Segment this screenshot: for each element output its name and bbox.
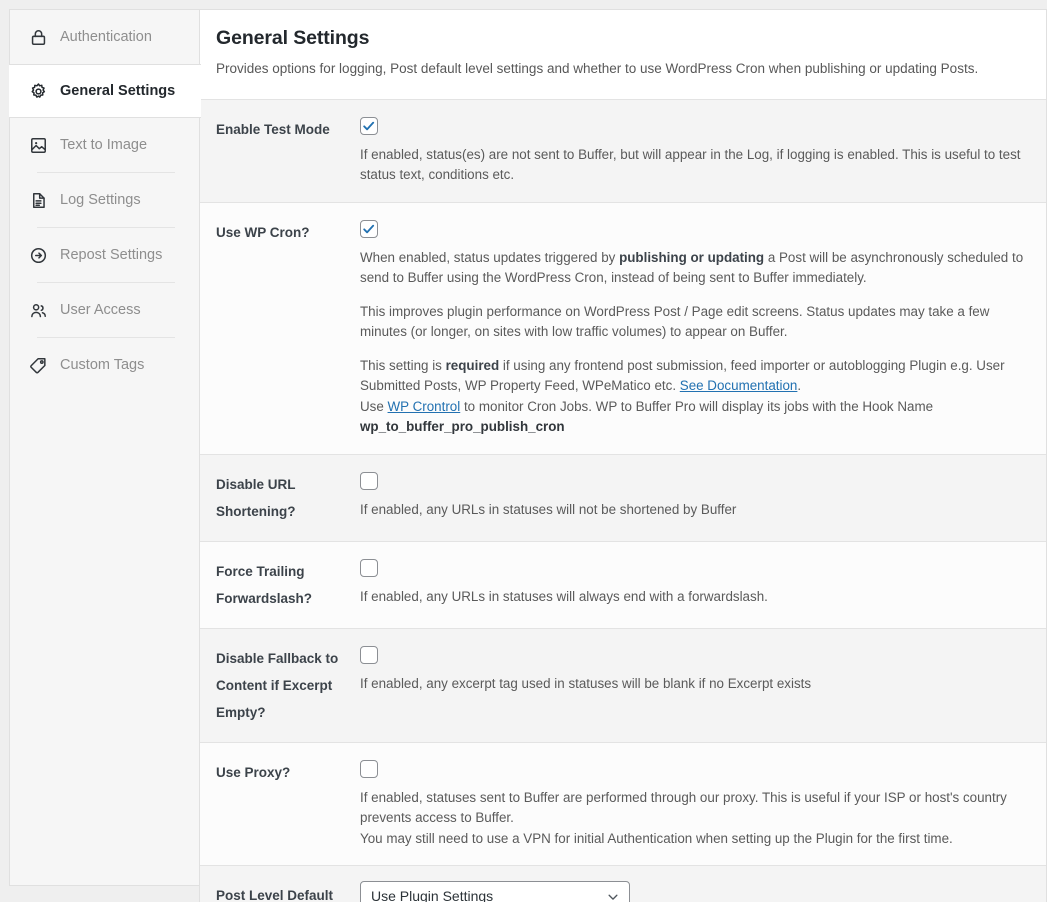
sidebar-item-label: Authentication (60, 29, 152, 45)
setting-description: If enabled, any excerpt tag used in stat… (360, 675, 812, 691)
setting-description: If enabled, any URLs in statuses will no… (360, 501, 737, 517)
setting-row-use-wp-cron: Use WP Cron? When enabled, status update… (200, 202, 1046, 455)
emphasis-publishing-updating: publishing or updating (619, 249, 765, 265)
settings-sidebar: Authentication General Settings Text to … (9, 9, 201, 886)
lock-icon (29, 28, 48, 47)
sidebar-item-text-to-image[interactable]: Text to Image (10, 118, 199, 172)
check-icon (363, 224, 375, 233)
setting-description: If enabled, any URLs in statuses will al… (360, 588, 768, 604)
users-icon (29, 301, 48, 320)
setting-control: If enabled, any URLs in statuses will no… (360, 469, 1030, 521)
setting-row-use-proxy: Use Proxy? If enabled, statuses sent to … (200, 742, 1046, 867)
setting-row-disable-url-shortening: Disable URL Shortening? If enabled, any … (200, 454, 1046, 542)
setting-description-1: When enabled, status updates triggered b… (360, 248, 1030, 289)
use-wp-cron-checkbox[interactable] (360, 219, 378, 238)
setting-row-force-trailing-forwardslash: Force Trailing Forwardslash? If enabled,… (200, 541, 1046, 629)
setting-description: If enabled, status(es) are not sent to B… (360, 146, 1021, 183)
setting-label: Enable Test Mode (216, 121, 330, 137)
text-part: Use (360, 398, 388, 414)
setting-control: If enabled, status(es) are not sent to B… (360, 114, 1030, 186)
use-proxy-checkbox[interactable] (360, 759, 378, 778)
sidebar-item-label: Custom Tags (60, 357, 145, 373)
sidebar-item-general-settings[interactable]: General Settings (9, 64, 201, 118)
sidebar-item-repost-settings[interactable]: Repost Settings (10, 228, 199, 282)
disable-url-shortening-checkbox[interactable] (360, 471, 378, 490)
setting-label: Force Trailing Forwardslash? (216, 563, 313, 606)
sidebar-item-user-access[interactable]: User Access (10, 283, 199, 337)
force-trailing-forwardslash-checkbox[interactable] (360, 558, 378, 577)
setting-control: Use Plugin Settings Determines the defau… (360, 880, 1030, 902)
settings-panel: General Settings Provides options for lo… (199, 9, 1047, 902)
check-icon (363, 121, 375, 130)
image-icon (29, 136, 48, 155)
setting-label: Post Level Default (216, 888, 334, 902)
setting-label: Use WP Cron? (216, 224, 310, 240)
setting-description-3: This setting is required if using any fr… (360, 356, 1030, 397)
setting-control: If enabled, any excerpt tag used in stat… (360, 643, 1030, 695)
wp-crontrol-link[interactable]: WP Crontrol (388, 399, 461, 414)
page-title: General Settings (216, 27, 370, 49)
text-part: When enabled, status updates triggered b… (360, 249, 620, 265)
sidebar-item-label: Repost Settings (60, 247, 163, 263)
setting-description-4: Use WP Crontrol to monitor Cron Jobs. WP… (360, 397, 1030, 438)
document-icon (29, 191, 48, 210)
setting-row-enable-test-mode: Enable Test Mode If enabled, status(es) … (200, 99, 1046, 203)
gear-icon (29, 82, 48, 101)
enable-test-mode-checkbox[interactable] (360, 116, 378, 135)
setting-row-post-level-default: Post Level Default Use Plugin Settings D… (200, 866, 1046, 902)
tag-icon (29, 356, 48, 375)
settings-page: Authentication General Settings Text to … (0, 0, 1047, 902)
arrow-circle-icon (29, 246, 48, 265)
sidebar-item-authentication[interactable]: Authentication (10, 10, 199, 64)
setting-description-2: You may still need to use a VPN for init… (360, 830, 953, 846)
see-documentation-link[interactable]: See Documentation (680, 378, 798, 393)
sidebar-item-label: Log Settings (60, 192, 141, 208)
sidebar-item-label: General Settings (60, 83, 176, 99)
setting-label: Disable Fallback to Content if Excerpt E… (216, 650, 339, 720)
setting-label: Use Proxy? (216, 764, 291, 780)
panel-header: General Settings Provides options for lo… (200, 10, 1046, 100)
post-level-default-select[interactable]: Use Plugin Settings (360, 881, 630, 902)
disable-fallback-checkbox[interactable] (360, 645, 378, 664)
setting-control: When enabled, status updates triggered b… (360, 217, 1030, 438)
emphasis-required: required (445, 357, 500, 373)
sidebar-item-custom-tags[interactable]: Custom Tags (10, 338, 199, 392)
sidebar-item-log-settings[interactable]: Log Settings (10, 173, 199, 227)
setting-control: If enabled, any URLs in statuses will al… (360, 556, 1030, 608)
setting-control: If enabled, statuses sent to Buffer are … (360, 757, 1030, 850)
post-level-default-select-wrapper: Use Plugin Settings (360, 881, 630, 902)
text-part: to monitor Cron Jobs. WP to Buffer Pro w… (460, 398, 934, 414)
text-part: . (797, 378, 802, 394)
cron-hook-name: wp_to_buffer_pro_publish_cron (360, 419, 565, 435)
setting-label: Disable URL Shortening? (216, 476, 296, 519)
setting-row-disable-fallback: Disable Fallback to Content if Excerpt E… (200, 628, 1046, 743)
sidebar-item-label: Text to Image (60, 137, 148, 153)
setting-description-1: If enabled, statuses sent to Buffer are … (360, 789, 1007, 826)
text-part: This setting is (360, 357, 446, 373)
setting-description-2: This improves plugin performance on Word… (360, 303, 990, 340)
page-description: Provides options for logging, Post defau… (216, 61, 979, 76)
sidebar-item-label: User Access (60, 302, 141, 318)
